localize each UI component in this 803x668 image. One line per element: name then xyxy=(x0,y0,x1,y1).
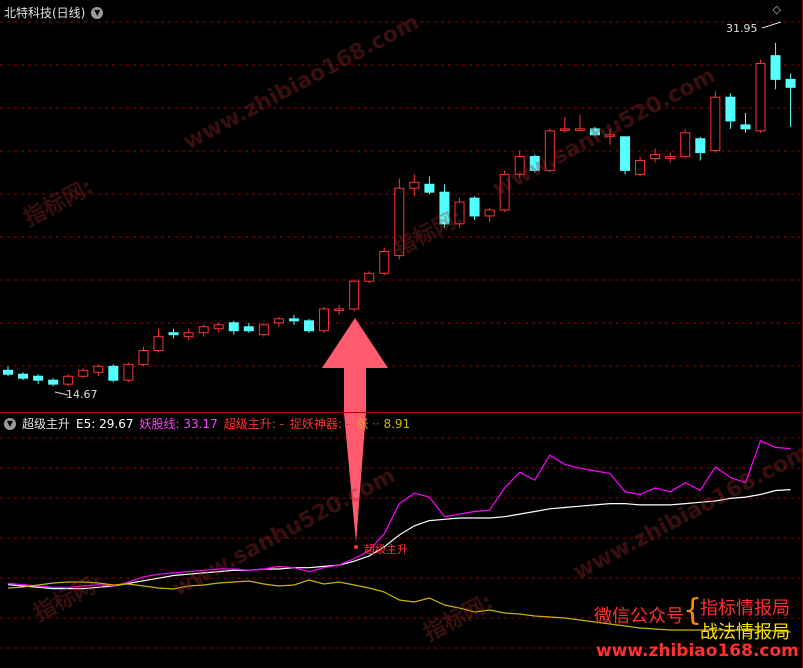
promo-wechat: 微信公众号 xyxy=(594,606,684,627)
candle-body xyxy=(168,332,179,336)
up-arrow-icon xyxy=(322,318,388,412)
candle-body xyxy=(18,373,29,379)
candle-body xyxy=(93,365,104,373)
candle-body xyxy=(273,318,284,324)
indicator-pane: ▼ 超级主升 E5: 29.67 妖股线: 33.17 超级主升: - 捉妖神器… xyxy=(0,413,803,668)
candle-body xyxy=(3,369,13,375)
candle-body xyxy=(484,209,495,217)
promo-url: www.zhibiao168.com xyxy=(596,641,799,661)
candle-body xyxy=(213,324,224,330)
super-legend: 超级主升: - xyxy=(223,417,284,431)
candle-body xyxy=(288,318,299,322)
candle-body xyxy=(785,78,796,88)
candle-body xyxy=(394,187,405,257)
candle-body xyxy=(183,332,194,338)
candle-body xyxy=(243,326,254,332)
candle-body xyxy=(559,128,570,131)
zhang-legend: 涨 ·· 8.91 xyxy=(356,417,411,431)
candle-body xyxy=(650,154,661,160)
price-pane: 北特科技(日线) ▼ ◇ 31.95 14.67 xyxy=(0,0,803,412)
main-header: 北特科技(日线) ▼ xyxy=(4,4,104,21)
candle-body xyxy=(48,379,59,385)
candle-body xyxy=(153,336,164,352)
indicator-name: 超级主升 xyxy=(22,417,71,431)
candle-body xyxy=(755,63,766,132)
candle-body xyxy=(439,191,450,225)
catch-legend: 捉妖神器: - xyxy=(289,417,351,431)
candle-body xyxy=(108,365,119,381)
promo-line1: 指标情报局 xyxy=(700,598,790,619)
candle-body xyxy=(319,308,330,332)
candle-body xyxy=(725,96,736,122)
low-price-label: 14.67 xyxy=(66,388,98,401)
candle-body xyxy=(620,136,631,171)
candle-body xyxy=(740,124,751,130)
candle-body xyxy=(334,308,345,311)
candle-body xyxy=(78,369,89,377)
candle-body xyxy=(198,326,209,334)
candle-body xyxy=(680,132,691,158)
indicator-header: ▼ 超级主升 E5: 29.67 妖股线: 33.17 超级主升: - 捉妖神器… xyxy=(4,415,410,432)
candle-body xyxy=(770,55,781,80)
candle-body xyxy=(304,320,314,332)
candle-body xyxy=(63,375,74,385)
signal-label: 超级主升 xyxy=(364,543,408,556)
yao-line xyxy=(7,439,791,588)
candle-body xyxy=(514,156,525,175)
candle-body xyxy=(454,201,465,225)
candle-body xyxy=(499,173,510,211)
candlestick-chart[interactable] xyxy=(0,0,803,412)
candle-body xyxy=(379,251,390,274)
candle-body xyxy=(138,350,149,365)
candle-body xyxy=(635,160,646,175)
candle-body xyxy=(589,128,600,136)
candle-body xyxy=(228,322,239,332)
chevron-down-icon[interactable]: ▼ xyxy=(91,6,104,19)
diamond-icon[interactable]: ◇ xyxy=(773,3,781,16)
up-arrow-icon xyxy=(344,413,366,543)
high-marker xyxy=(761,21,782,29)
candle-body xyxy=(123,363,134,381)
yao-legend: 妖股线: 33.17 xyxy=(139,417,218,431)
candle-body xyxy=(469,197,480,217)
candle-body xyxy=(695,138,706,154)
candle-body xyxy=(409,181,420,189)
candle-body xyxy=(258,324,269,336)
candle-body xyxy=(574,128,585,131)
candle-body xyxy=(710,96,721,152)
candle-body xyxy=(544,130,555,171)
candle-body xyxy=(349,280,360,310)
candle-body xyxy=(364,272,375,282)
chevron-down-icon[interactable]: ▼ xyxy=(4,417,16,430)
candle-body xyxy=(665,156,676,160)
candle-body xyxy=(529,156,540,171)
high-price-label: 31.95 xyxy=(726,22,758,35)
candle-body xyxy=(424,183,435,193)
candle-body xyxy=(33,375,44,381)
stock-title: 北特科技(日线) xyxy=(4,6,86,20)
signal-dot xyxy=(354,545,358,549)
candle-body xyxy=(605,134,615,137)
e5-legend: E5: 29.67 xyxy=(76,416,134,431)
